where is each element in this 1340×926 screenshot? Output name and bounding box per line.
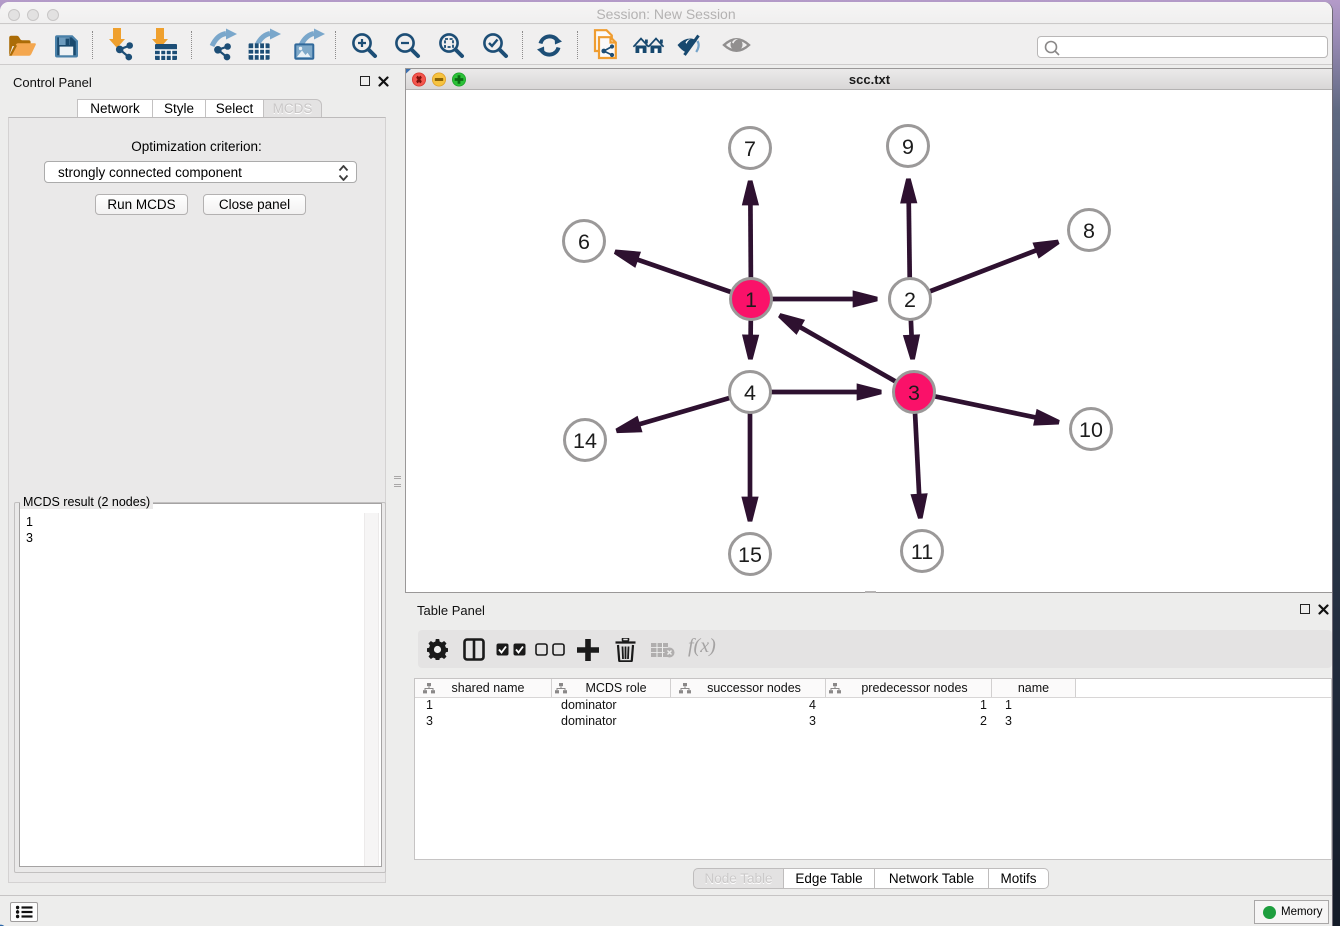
svg-text:7: 7 <box>744 137 756 161</box>
svg-text:4: 4 <box>744 381 756 405</box>
svg-text:11: 11 <box>911 540 933 564</box>
svg-text:9: 9 <box>902 135 914 159</box>
svg-text:15: 15 <box>738 543 762 567</box>
svg-text:1: 1 <box>745 288 757 312</box>
svg-text:10: 10 <box>1079 418 1103 442</box>
svg-text:8: 8 <box>1083 219 1095 243</box>
svg-text:2: 2 <box>904 288 916 312</box>
svg-text:3: 3 <box>908 381 920 405</box>
svg-text:14: 14 <box>573 429 597 453</box>
svg-text:6: 6 <box>578 230 590 254</box>
